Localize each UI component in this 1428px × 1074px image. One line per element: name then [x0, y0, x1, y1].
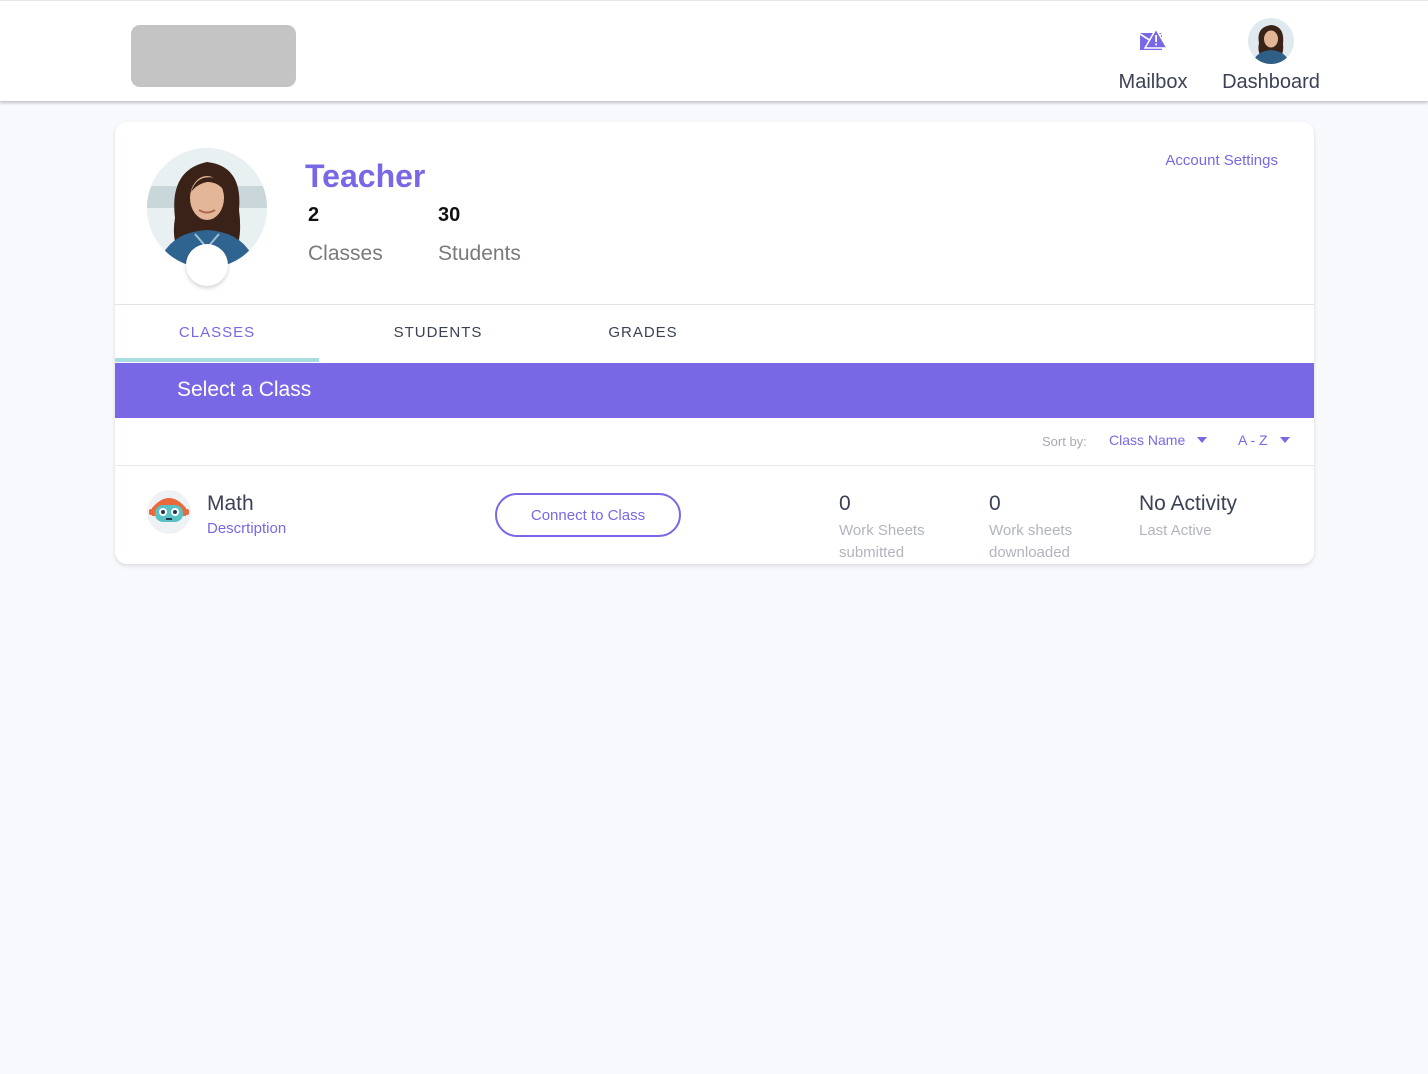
photo-edit-badge[interactable] — [186, 244, 228, 286]
avatar — [1248, 18, 1294, 64]
nav-dashboard[interactable]: Dashboard — [1216, 17, 1326, 94]
select-class-banner: Select a Class — [115, 363, 1314, 418]
account-settings-link[interactable]: Account Settings — [1165, 152, 1278, 169]
sort-bar: Sort by: Class Name A - Z — [115, 418, 1314, 466]
class-name[interactable]: Math — [207, 492, 254, 516]
nav-mailbox[interactable]: Mailbox — [1112, 17, 1194, 94]
worksheets-submitted-label-line2: submitted — [839, 544, 905, 561]
top-navigation-bar: Mailbox Dashboard — [0, 0, 1428, 101]
logo-placeholder[interactable] — [131, 25, 296, 87]
nav-mailbox-label: Mailbox — [1118, 71, 1188, 93]
tab-grades[interactable]: GRADES — [541, 304, 745, 360]
last-active-label: Last Active — [1139, 522, 1212, 539]
tab-students[interactable]: STUDENTS — [335, 304, 541, 360]
chevron-down-icon — [1279, 437, 1290, 443]
classes-count: 2 — [308, 204, 320, 226]
robot-icon[interactable] — [147, 490, 191, 534]
worksheets-submitted-label: Work Sheets submitted — [839, 520, 925, 564]
banner-title: Select a Class — [177, 378, 312, 401]
active-tab-indicator — [115, 358, 319, 362]
sort-field-dropdown[interactable]: Class Name — [1109, 432, 1208, 448]
last-activity-status: No Activity — [1139, 492, 1238, 515]
worksheets-downloaded-label-line2: downloaded — [989, 544, 1070, 561]
sort-by-label: Sort by: — [1042, 434, 1087, 449]
worksheets-submitted-label-line1: Work Sheets — [839, 522, 925, 539]
class-list-item: Math Descrtiption Connect to Class 0 Wor… — [115, 467, 1314, 564]
tab-classes[interactable]: CLASSES — [115, 304, 319, 360]
sort-field-value: Class Name — [1109, 432, 1186, 448]
mailbox-icon — [1112, 17, 1194, 65]
nav-dashboard-label: Dashboard — [1222, 71, 1320, 93]
worksheets-downloaded-label: Work sheets downloaded — [989, 520, 1072, 564]
worksheets-submitted-count: 0 — [839, 492, 851, 515]
chevron-down-icon — [1197, 437, 1208, 443]
class-description: Descrtiption — [207, 520, 287, 537]
students-count-label: Students — [438, 242, 521, 265]
teacher-profile-card: Teacher 2 Classes 30 Students Account Se… — [115, 122, 1314, 564]
worksheets-downloaded-count: 0 — [989, 492, 1001, 515]
sort-order-value: A - Z — [1238, 432, 1268, 448]
sort-order-dropdown[interactable]: A - Z — [1238, 432, 1290, 448]
worksheets-downloaded-label-line1: Work sheets — [989, 522, 1073, 539]
profile-role-title: Teacher — [305, 158, 426, 194]
connect-to-class-button[interactable]: Connect to Class — [495, 493, 681, 537]
students-count: 30 — [438, 204, 461, 226]
classes-count-label: Classes — [308, 242, 383, 265]
